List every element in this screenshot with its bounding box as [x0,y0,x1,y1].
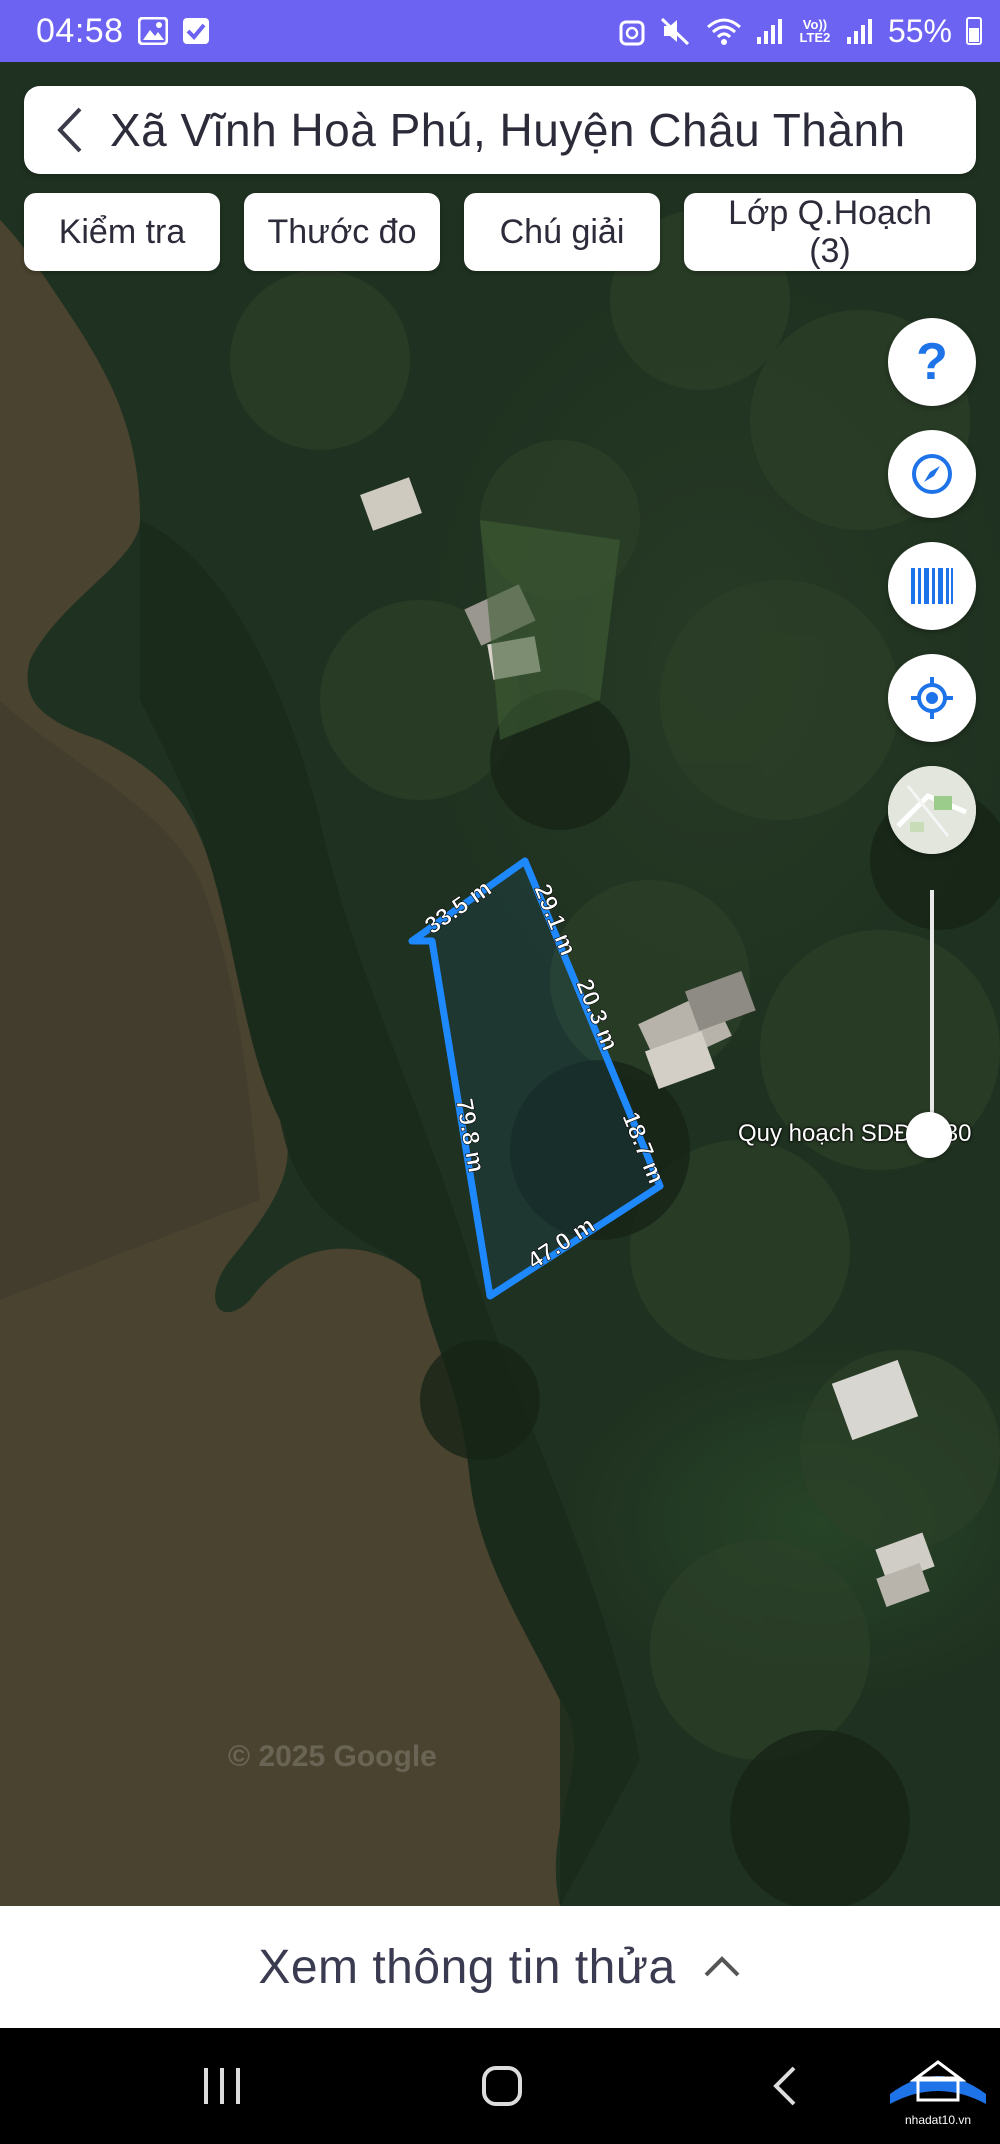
status-bar: 04:58 Vo)) LTE2 55% [0,0,1000,62]
compass-button[interactable] [888,430,976,518]
chevron-up-icon[interactable] [702,1955,742,1979]
back-nav-icon[interactable] [770,2064,800,2108]
parcel-info-sheet[interactable]: Xem thông tin thửa [0,1906,1000,2028]
map-toolbar: Kiểm tra Thước đo Chú giải Lớp Q.Hoạch (… [24,193,976,271]
planning-opacity-thumb[interactable] [906,1112,952,1158]
location-title: Xã Vĩnh Hoà Phú, Huyện Châu Thành [110,104,906,156]
map-attribution: © 2025 Google [228,1740,437,1773]
home-icon[interactable] [480,2064,524,2108]
signal-icon [756,19,782,44]
recycle-icon [619,20,645,46]
battery-icon [966,17,982,45]
locate-icon [911,677,953,719]
network-type: Vo)) LTE2 [799,17,831,45]
mute-icon [660,17,689,46]
compass-icon [912,454,952,494]
recent-apps-icon[interactable] [200,2064,246,2108]
barcode-button[interactable] [888,542,976,630]
battery-percent: 55% [887,12,952,49]
checkbox-notification-icon [182,18,209,44]
barcode-icon [911,568,953,604]
help-button[interactable]: ? [888,318,976,406]
planning-opacity-track[interactable] [930,890,934,1135]
my-location-button[interactable] [888,654,976,742]
watermark-logo: nhadat10.vn [890,2060,986,2127]
base-map-toggle[interactable] [888,766,976,854]
signal-icon [846,19,872,44]
map-imagery [0,62,1000,1906]
satellite-map[interactable]: 33.5 m 29.1 m 20.3 m 18.7 m 47.0 m 79.8 … [0,62,1000,1906]
check-button[interactable]: Kiểm tra [24,193,220,271]
measure-button[interactable]: Thước đo [244,193,440,271]
planning-layers-button[interactable]: Lớp Q.Hoạch (3) [684,193,976,271]
minimap-icon [888,766,976,854]
status-time: 04:58 [36,11,124,50]
help-icon: ? [916,333,948,391]
system-nav-bar: nhadat10.vn [0,2028,1000,2144]
location-bar: Xã Vĩnh Hoà Phú, Huyện Châu Thành [24,86,976,174]
watermark-text: nhadat10.vn [905,2113,971,2127]
wifi-icon [706,18,741,45]
back-arrow-icon[interactable] [52,105,88,155]
parcel-info-label: Xem thông tin thửa [258,1940,676,1994]
legend-button[interactable]: Chú giải [464,193,660,271]
gallery-notification-icon [137,17,168,45]
